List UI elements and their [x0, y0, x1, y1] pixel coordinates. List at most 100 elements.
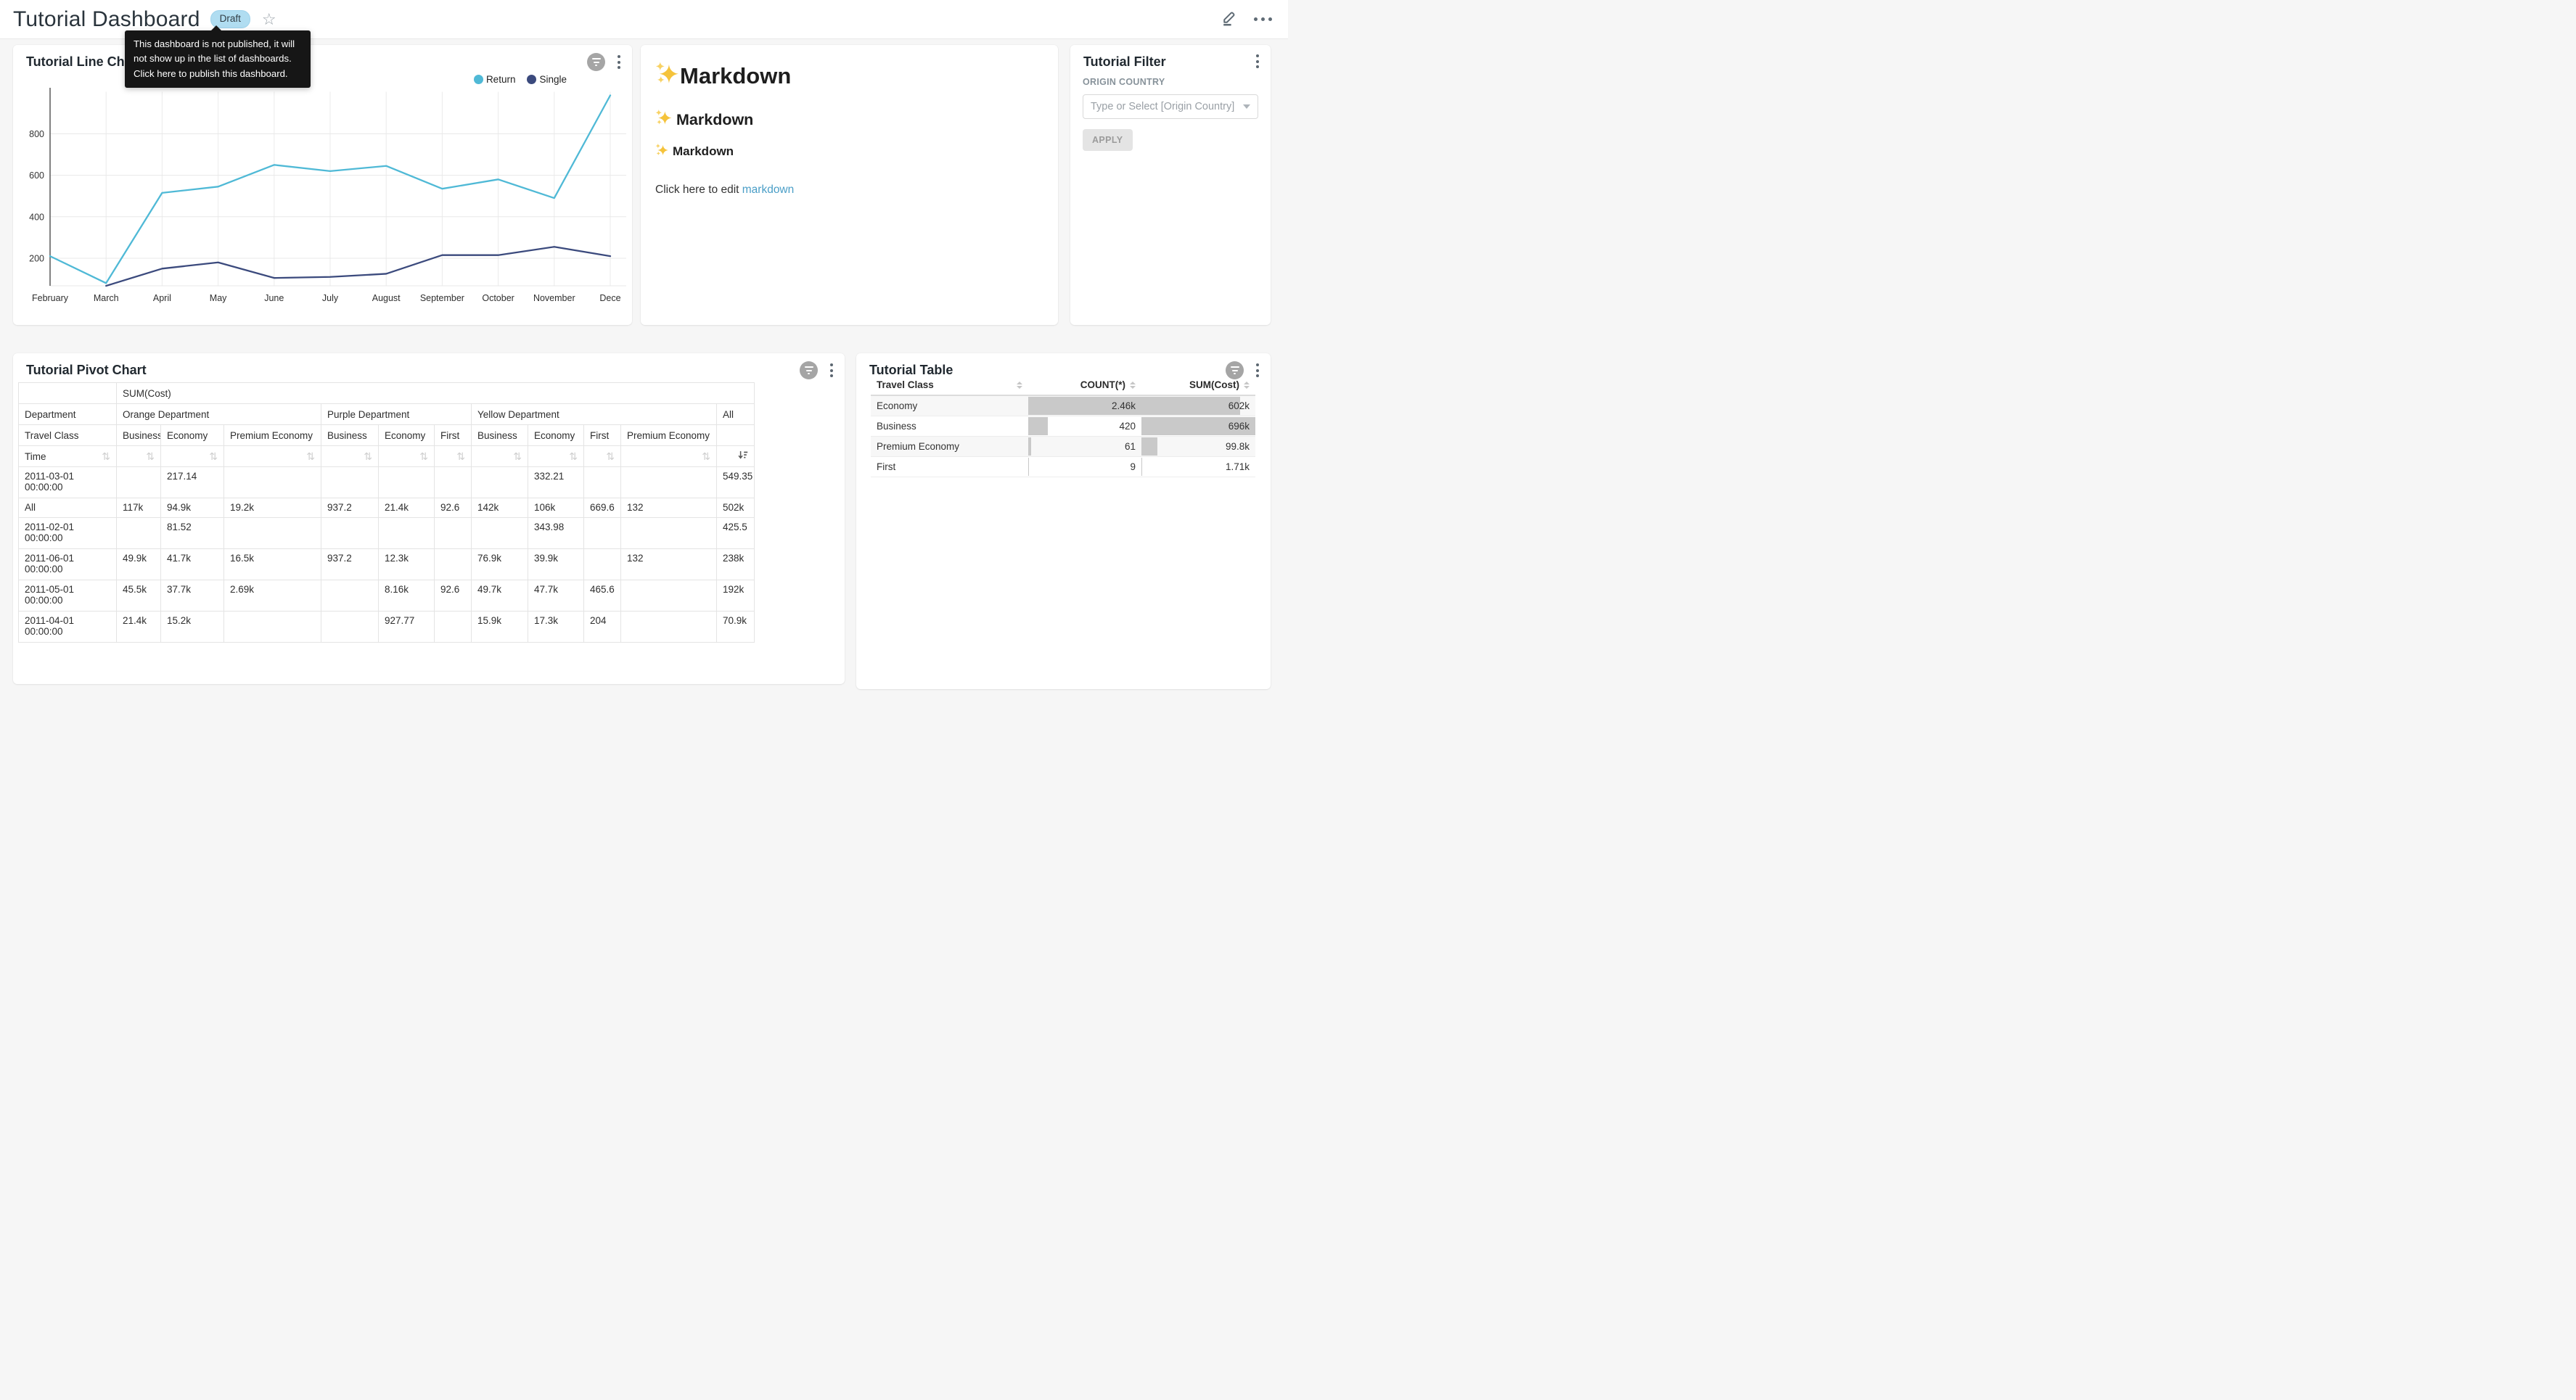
count-cell: 420: [1028, 416, 1141, 437]
sum-cell: 602k: [1141, 395, 1255, 416]
table-row: Economy2.46k602k: [871, 395, 1255, 416]
pivot-sort-header[interactable]: ⇅: [435, 446, 472, 467]
col-header-count[interactable]: COUNT(*): [1028, 375, 1141, 395]
favorite-star-icon[interactable]: ☆: [262, 12, 276, 28]
legend-item-return[interactable]: Return: [474, 74, 516, 85]
pivot-value-cell: 37.7k: [161, 580, 224, 612]
pivot-sort-header[interactable]: ⇅: [379, 446, 435, 467]
pivot-class-header: Business: [321, 425, 379, 446]
pivot-value-cell: 92.6: [435, 498, 472, 518]
pivot-sort-header[interactable]: ⇅: [528, 446, 584, 467]
sort-icon[interactable]: ⇅: [606, 451, 615, 461]
y-tick-label: 600: [29, 170, 44, 181]
chart-kebab-menu-icon[interactable]: [616, 54, 622, 70]
sort-icon[interactable]: ⇅: [419, 451, 428, 461]
sort-icon[interactable]: ⇅: [102, 451, 110, 461]
sort-icon[interactable]: ⇅: [513, 451, 522, 461]
pivot-group-header: Orange Department: [117, 404, 321, 425]
sort-icon[interactable]: ⇅: [364, 451, 372, 461]
pivot-value-cell: 17.3k: [528, 612, 584, 643]
pivot-time-header[interactable]: Time⇅: [19, 446, 117, 467]
pivot-sort-header[interactable]: [717, 446, 755, 467]
pivot-value-cell: 332.21: [528, 467, 584, 498]
pivot-sort-header[interactable]: ⇅: [621, 446, 717, 467]
sort-carets-icon[interactable]: [1017, 382, 1022, 389]
count-cell: 2.46k: [1028, 395, 1141, 416]
table-row: Premium Economy6199.8k: [871, 437, 1255, 457]
pivot-row: 2011-03-01 00:00:00217.14332.21549.35: [19, 467, 755, 498]
x-tick-label: February: [32, 293, 69, 303]
filter-card-title: Tutorial Filter: [1083, 54, 1166, 70]
pivot-value-cell: 204: [584, 612, 621, 643]
origin-country-select[interactable]: Type or Select [Origin Country]: [1083, 94, 1258, 119]
markdown-h1: Markdown: [655, 61, 1043, 91]
pivot-sort-header[interactable]: ⇅: [161, 446, 224, 467]
more-menu-icon[interactable]: [1254, 17, 1272, 21]
pivot-value-cell: [621, 612, 717, 643]
sort-icon[interactable]: ⇅: [456, 451, 465, 461]
publish-tooltip[interactable]: This dashboard is not published, it will…: [125, 30, 311, 88]
pivot-value-cell: 81.52: [161, 518, 224, 549]
pivot-value-cell: 937.2: [321, 498, 379, 518]
pivot-class-header: Premium Economy: [224, 425, 321, 446]
x-tick-label: August: [372, 293, 401, 303]
pivot-value-cell: [435, 518, 472, 549]
pivot-value-cell: 2.69k: [224, 580, 321, 612]
y-tick-label: 400: [29, 212, 44, 222]
x-tick-label: September: [420, 293, 464, 303]
pivot-sort-header[interactable]: ⇅: [117, 446, 161, 467]
sort-icon[interactable]: ⇅: [146, 451, 155, 461]
pivot-value-cell: 106k: [528, 498, 584, 518]
sort-carets-icon[interactable]: [1244, 382, 1250, 389]
markdown-h3: Markdown: [655, 143, 1043, 160]
pivot-value-cell: 70.9k: [717, 612, 755, 643]
markdown-h2: Markdown: [655, 109, 1043, 131]
apply-button[interactable]: APPLY: [1083, 129, 1133, 151]
pivot-value-cell: 238k: [717, 549, 755, 580]
pivot-value-cell: 16.5k: [224, 549, 321, 580]
pivot-table: SUM(Cost)DepartmentOrange DepartmentPurp…: [18, 382, 755, 643]
sort-icon[interactable]: ⇅: [702, 451, 710, 461]
pivot-class-header: Economy: [161, 425, 224, 446]
col-header-travel-class[interactable]: Travel Class: [871, 375, 1028, 395]
pivot-row-label: 2011-03-01 00:00:00: [19, 467, 117, 498]
pivot-measure-label: SUM(Cost): [117, 383, 755, 404]
pivot-kebab-menu-icon[interactable]: [829, 362, 834, 379]
markdown-card[interactable]: Markdown Markdown Markdown Click here to…: [641, 45, 1058, 325]
x-tick-label: Dece: [599, 293, 620, 303]
pivot-value-cell: 669.6: [584, 498, 621, 518]
line-chart-card: Tutorial Line Chart Return Single 200400…: [13, 45, 632, 325]
x-tick-label: May: [210, 293, 227, 303]
select-placeholder: Type or Select [Origin Country]: [1091, 101, 1234, 112]
col-header-sum[interactable]: SUM(Cost): [1141, 375, 1255, 395]
filter-badge-icon[interactable]: [587, 53, 605, 71]
pivot-value-cell: 465.6: [584, 580, 621, 612]
filter-kebab-menu-icon[interactable]: [1255, 53, 1260, 70]
edit-pencil-icon[interactable]: [1220, 9, 1238, 30]
pivot-row-label: All: [19, 498, 117, 518]
sum-cell: 99.8k: [1141, 437, 1255, 457]
pivot-value-cell: [379, 467, 435, 498]
markdown-edit-link[interactable]: markdown: [742, 184, 795, 196]
pivot-sort-header[interactable]: ⇅: [584, 446, 621, 467]
sort-carets-icon[interactable]: [1130, 382, 1136, 389]
table-row: First91.71k: [871, 457, 1255, 477]
sort-desc-active-icon[interactable]: [738, 450, 748, 462]
pivot-value-cell: [435, 549, 472, 580]
pivot-class-header: First: [584, 425, 621, 446]
pivot-value-cell: [224, 612, 321, 643]
sort-icon[interactable]: ⇅: [306, 451, 315, 461]
pivot-sort-header[interactable]: ⇅: [224, 446, 321, 467]
legend-item-single[interactable]: Single: [527, 74, 567, 85]
sort-icon[interactable]: ⇅: [209, 451, 218, 461]
pivot-value-cell: [621, 467, 717, 498]
pivot-sort-header[interactable]: ⇅: [472, 446, 528, 467]
filter-badge-icon[interactable]: [800, 361, 818, 379]
line-chart-plot[interactable]: 200400600800FebruaryMarchAprilMayJuneJul…: [13, 85, 632, 306]
table-kebab-menu-icon[interactable]: [1255, 362, 1260, 379]
pivot-chart-card: Tutorial Pivot Chart SUM(Cost)Department…: [13, 353, 845, 684]
pivot-sort-header[interactable]: ⇅: [321, 446, 379, 467]
sort-icon[interactable]: ⇅: [569, 451, 578, 461]
pivot-row: 2011-02-01 00:00:0081.52343.98425.5: [19, 518, 755, 549]
pivot-group-header: Purple Department: [321, 404, 472, 425]
